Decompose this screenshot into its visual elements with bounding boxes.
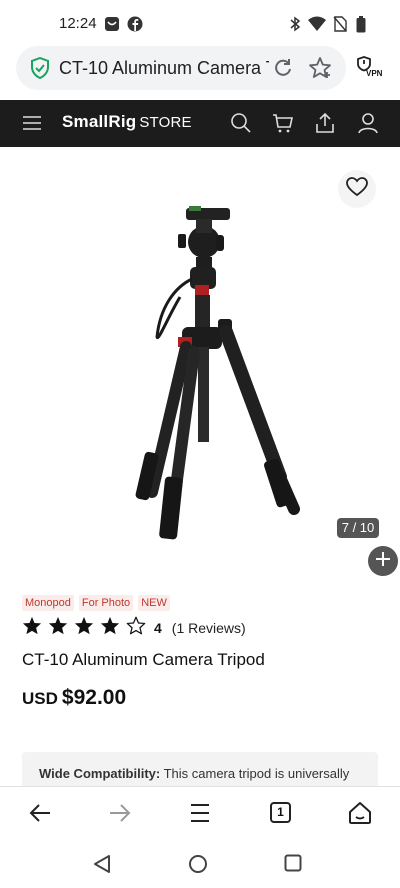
product-title: CT-10 Aluminum Camera Tripod <box>22 650 265 669</box>
android-nav-bar <box>0 840 400 888</box>
vpn-label: VPN <box>366 69 383 78</box>
heart-icon <box>346 176 368 202</box>
store-logo[interactable]: SmallRig STORE <box>62 112 192 132</box>
product-image[interactable] <box>0 147 400 567</box>
battery-icon <box>356 16 366 38</box>
url-text[interactable]: CT-10 Aluminum Camera Tr <box>59 58 269 79</box>
feature-text-line: Wide Compatibility: This camera tripod i… <box>39 766 369 781</box>
logo-suffix: STORE <box>139 114 192 131</box>
vpn-button[interactable]: VPN <box>354 54 384 85</box>
cart-icon[interactable] <box>272 112 294 139</box>
zoom-plus-button[interactable] <box>368 546 398 576</box>
star-filled-icon <box>22 616 42 640</box>
star-filled-icon <box>100 616 120 640</box>
rating-value: 4 <box>154 620 162 636</box>
feature-description: This camera tripod is universally <box>160 766 350 781</box>
nav-recents-icon[interactable] <box>284 854 302 877</box>
review-count-link[interactable]: (1 Reviews) <box>172 620 246 636</box>
star-filled-icon <box>74 616 94 640</box>
tag-for-photo[interactable]: For Photo <box>78 595 134 611</box>
image-counter: 7 / 10 <box>337 518 379 538</box>
account-icon[interactable] <box>357 112 379 139</box>
store-header: SmallRig STORE <box>0 100 400 147</box>
star-empty-icon <box>126 616 146 640</box>
browser-toolbar <box>0 786 400 840</box>
tripod-image <box>135 206 300 540</box>
plus-icon <box>375 551 391 572</box>
search-icon[interactable] <box>230 112 252 139</box>
tag-new[interactable]: NEW <box>138 595 170 611</box>
status-bar: 12:24 <box>0 0 400 44</box>
feature-title: Wide Compatibility: <box>39 766 161 781</box>
bluetooth-icon <box>289 16 301 37</box>
back-arrow-icon[interactable] <box>29 803 51 828</box>
tab-switcher-button[interactable]: 1 <box>270 802 291 823</box>
home-outline-icon[interactable] <box>348 801 372 830</box>
reload-icon[interactable] <box>272 57 294 84</box>
status-time: 12:24 <box>59 15 97 32</box>
no-sim-icon <box>333 16 347 37</box>
nav-back-icon[interactable] <box>93 854 111 879</box>
product-tags: Monopod For Photo NEW <box>22 595 170 611</box>
nav-home-icon[interactable] <box>188 854 208 879</box>
wifi-icon <box>307 16 327 37</box>
shield-check-icon[interactable] <box>30 56 50 84</box>
forward-arrow-icon[interactable] <box>109 803 131 828</box>
bookmark-star-icon[interactable] <box>308 56 332 85</box>
logo-brand: SmallRig <box>62 112 137 131</box>
mail-notification-icon <box>104 16 120 37</box>
tag-monopod[interactable]: Monopod <box>22 595 74 611</box>
facebook-icon <box>127 16 143 37</box>
product-price: USD $92.00 <box>22 686 126 710</box>
menu-lines-icon[interactable] <box>190 803 210 828</box>
menu-icon[interactable] <box>22 113 42 138</box>
wishlist-heart-button[interactable] <box>338 170 376 208</box>
price-value: $92.00 <box>61 686 127 709</box>
star-filled-icon <box>48 616 68 640</box>
product-rating[interactable]: 4 (1 Reviews) <box>22 616 246 640</box>
price-currency: USD <box>22 689 58 708</box>
share-icon[interactable] <box>314 112 336 139</box>
address-bar[interactable]: CT-10 Aluminum Camera Tr <box>16 46 346 90</box>
